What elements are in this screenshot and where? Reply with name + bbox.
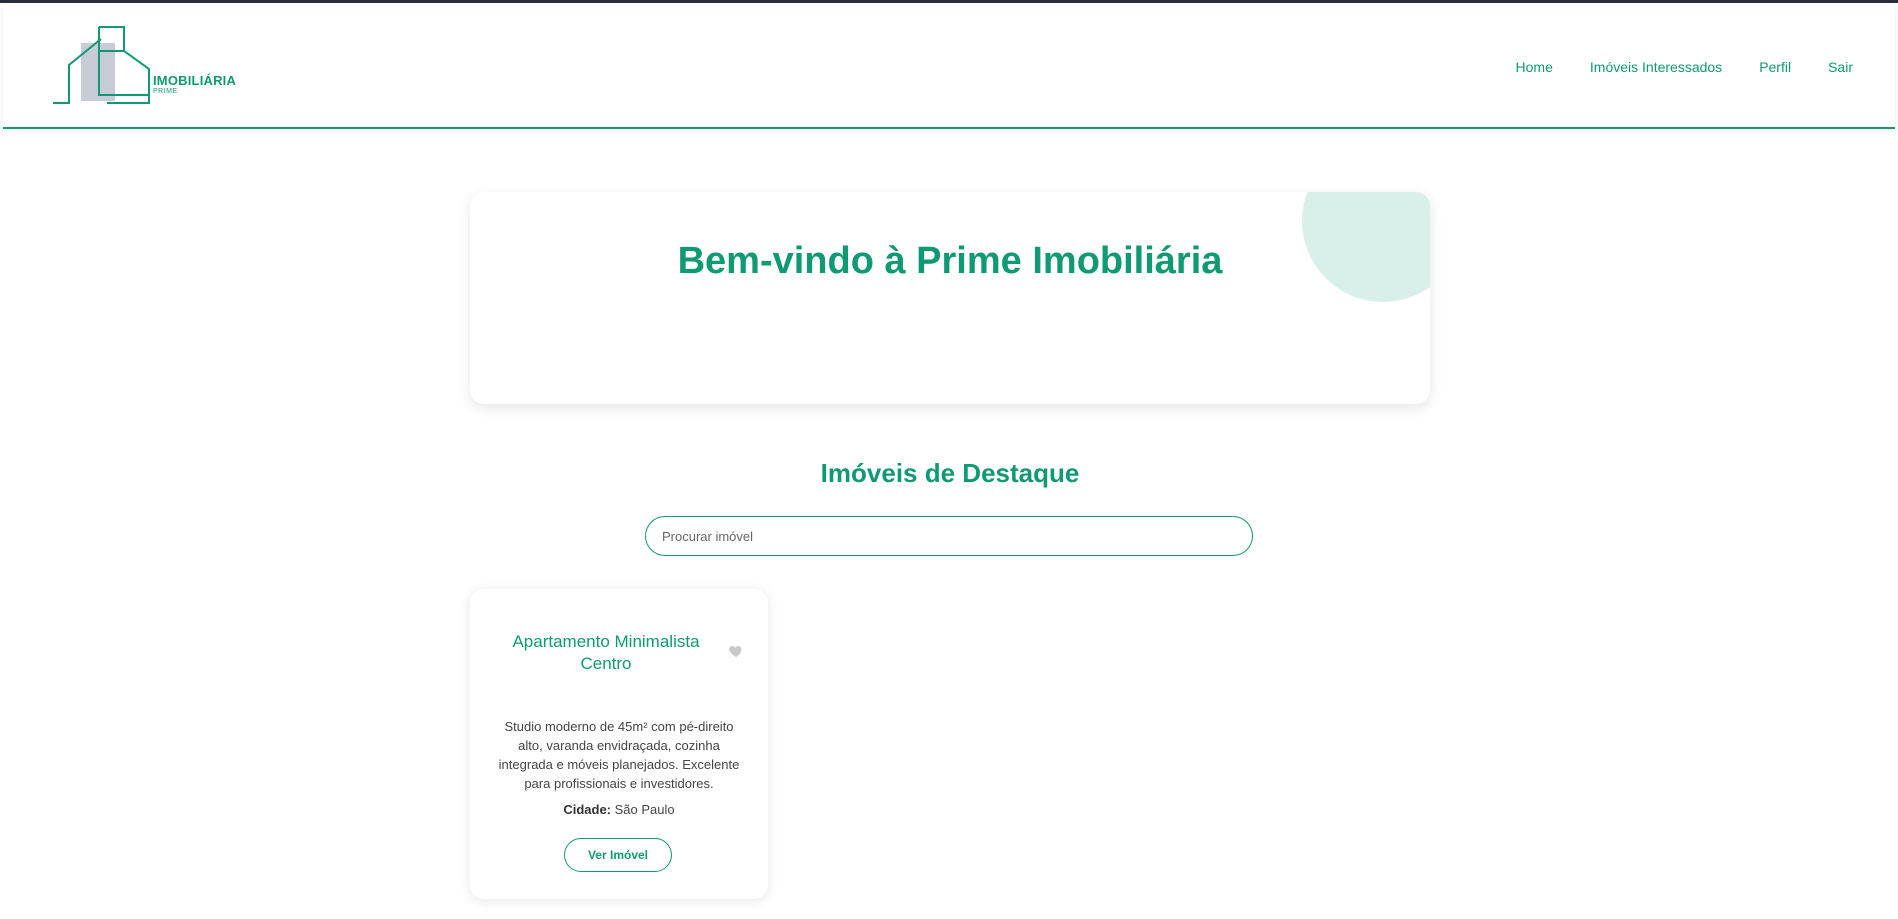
heart-icon[interactable] bbox=[728, 643, 744, 659]
property-city: Cidade: São Paulo bbox=[470, 802, 768, 817]
search-input[interactable] bbox=[645, 516, 1253, 556]
city-label: Cidade: bbox=[563, 802, 612, 817]
site-header: IMOBILIÁRIA PRIME Home Imóveis Interessa… bbox=[3, 3, 1895, 129]
view-property-button[interactable]: Ver Imóvel bbox=[564, 838, 672, 872]
nav-sair[interactable]: Sair bbox=[1828, 59, 1853, 75]
main-nav: Home Imóveis Interessados Perfil Sair bbox=[1516, 59, 1853, 75]
hero-card: Bem-vindo à Prime Imobiliária bbox=[470, 192, 1430, 404]
logo-graphic bbox=[53, 26, 150, 104]
property-title: Apartamento Minimalista Centro bbox=[512, 632, 700, 673]
logo[interactable]: IMOBILIÁRIA PRIME bbox=[49, 25, 239, 105]
featured-title: Imóveis de Destaque bbox=[820, 458, 1080, 488]
logo-brand-text: IMOBILIÁRIA bbox=[153, 73, 237, 88]
property-card: Apartamento Minimalista Centro Studio mo… bbox=[470, 589, 768, 899]
nav-imoveis-interessados[interactable]: Imóveis Interessados bbox=[1590, 59, 1722, 75]
city-value: São Paulo bbox=[614, 802, 675, 817]
hero-title: Bem-vindo à Prime Imobiliária bbox=[677, 240, 1223, 282]
nav-perfil[interactable]: Perfil bbox=[1759, 59, 1791, 75]
property-description: Studio moderno de 45m² com pé-direito al… bbox=[498, 719, 740, 791]
nav-home[interactable]: Home bbox=[1516, 59, 1553, 75]
logo-sub-text: PRIME bbox=[153, 88, 178, 95]
